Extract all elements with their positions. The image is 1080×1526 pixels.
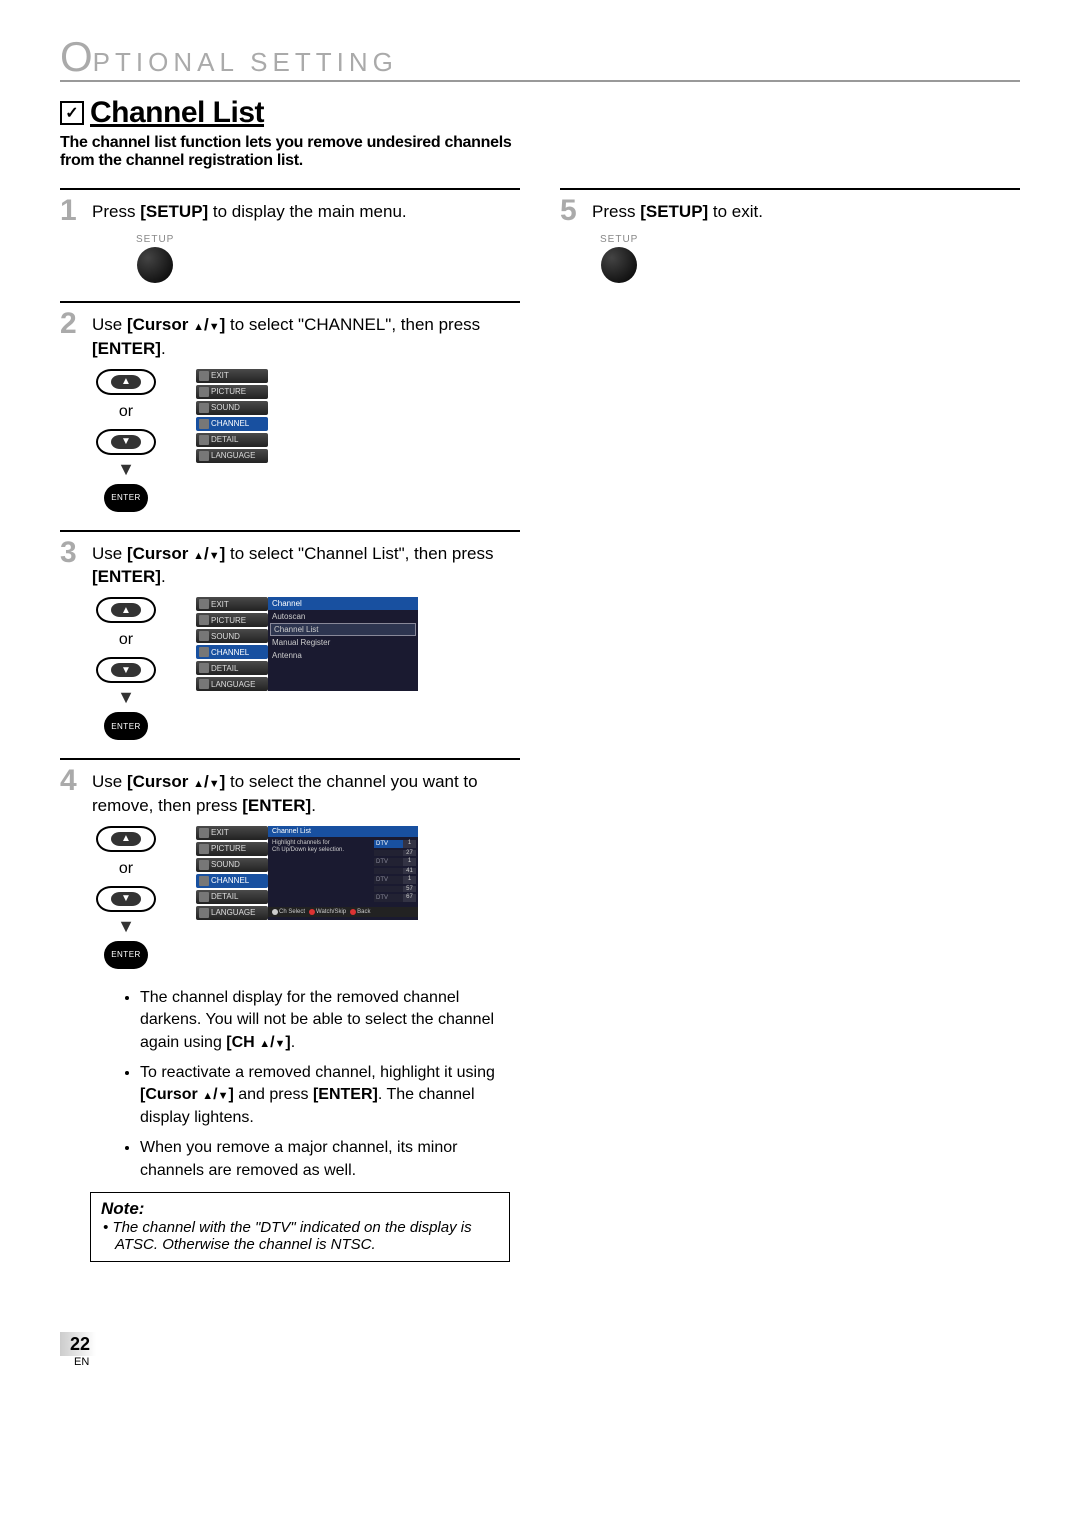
setup-button-group: SETUP: [136, 234, 174, 283]
osd-sub-channel-list: Channel List: [270, 623, 416, 636]
cursor-down-icon: ▼: [96, 886, 156, 912]
or-label: or: [119, 403, 133, 421]
osd-sub-autoscan: Autoscan: [268, 610, 418, 623]
osd-item-detail: DETAIL: [196, 433, 268, 447]
divider: [60, 301, 520, 303]
step-number: 1: [60, 196, 84, 226]
cl-row: DTV1: [374, 840, 416, 848]
osd-item-channel: CHANNEL: [196, 645, 268, 659]
step-number: 3: [60, 538, 84, 568]
bullet: The channel display for the removed chan…: [140, 987, 520, 1054]
cl-row: DTV1: [374, 858, 416, 866]
enter-button-icon: ENTER: [104, 712, 148, 740]
divider: [60, 530, 520, 532]
osd-item-picture: PICTURE: [196, 385, 268, 399]
step-text: Press [SETUP] to exit.: [592, 196, 763, 224]
osd-item-exit: EXIT: [196, 826, 268, 840]
step-text: Use [Cursor /] to select "CHANNEL", then…: [92, 309, 480, 361]
cl-row: DTV1: [374, 876, 416, 884]
or-label: or: [119, 631, 133, 649]
step-text: Use [Cursor /] to select the channel you…: [92, 766, 520, 818]
step-number: 2: [60, 309, 84, 339]
divider: [560, 188, 1020, 190]
page-number: 22: [60, 1332, 96, 1356]
setup-button-icon: [137, 247, 173, 283]
osd-item-channel: CHANNEL: [196, 417, 268, 431]
cl-header: Channel List: [268, 826, 418, 837]
osd-sub-antenna: Antenna: [268, 649, 418, 662]
setup-button-group: SETUP: [600, 234, 638, 283]
osd-item-sound: SOUND: [196, 858, 268, 872]
cursor-up-icon: ▲: [96, 826, 156, 852]
channel-list-panel: Channel List Highlight channels forCh Up…: [268, 826, 418, 920]
osd-item-detail: DETAIL: [196, 661, 268, 675]
section-description: The channel list function lets you remov…: [60, 134, 540, 170]
osd-item-sound: SOUND: [196, 629, 268, 643]
cl-hint: Highlight channels forCh Up/Down key sel…: [268, 837, 366, 857]
cl-rows: DTV1 27 DTV1 41 DTV1 57 DTV67: [374, 840, 416, 902]
header-title: PTIONAL SETTING: [93, 47, 398, 78]
page-footer: 22 EN: [60, 1332, 1020, 1368]
cl-row: 57: [374, 886, 416, 892]
osd-channel-list-panel: EXIT PICTURE SOUND CHANNEL DETAIL LANGUA…: [196, 826, 418, 920]
setup-button-icon: [601, 247, 637, 283]
cl-footer: Ch Select Watch/Skip Back: [268, 907, 418, 917]
osd-item-language: LANGUAGE: [196, 906, 268, 920]
divider: [60, 758, 520, 760]
header-initial: O: [60, 40, 93, 74]
osd-item-language: LANGUAGE: [196, 677, 268, 691]
osd-item-channel: CHANNEL: [196, 874, 268, 888]
arrow-down-icon: ▼: [117, 459, 135, 480]
cl-row: DTV67: [374, 894, 416, 902]
checkbox-icon: ✓: [60, 101, 84, 125]
note-body: The channel with the "DTV" indicated on …: [115, 1219, 499, 1253]
enter-button-icon: ENTER: [104, 941, 148, 969]
arrow-down-icon: ▼: [117, 687, 135, 708]
osd-submenu-header: Channel: [268, 597, 418, 610]
language-code: EN: [74, 1356, 96, 1368]
cl-row: 41: [374, 868, 416, 874]
bullet: When you remove a major channel, its min…: [140, 1137, 520, 1182]
step-number: 5: [560, 196, 584, 226]
step4-notes: The channel display for the removed chan…: [100, 987, 520, 1182]
note-box: Note: The channel with the "DTV" indicat…: [90, 1192, 510, 1262]
cursor-down-icon: ▼: [96, 657, 156, 683]
osd-item-exit: EXIT: [196, 369, 268, 383]
step-text: Use [Cursor /] to select "Channel List",…: [92, 538, 493, 590]
cursor-down-icon: ▼: [96, 429, 156, 455]
osd-item-picture: PICTURE: [196, 842, 268, 856]
section-title: Channel List: [90, 96, 264, 130]
setup-label: SETUP: [600, 234, 638, 245]
page-header: O PTIONAL SETTING: [60, 40, 1020, 82]
osd-item-picture: PICTURE: [196, 613, 268, 627]
remote-cursor-group: ▲ or ▼ ▼ ENTER: [96, 369, 156, 512]
osd-item-detail: DETAIL: [196, 890, 268, 904]
cursor-up-icon: ▲: [96, 597, 156, 623]
osd-sub-manual-register: Manual Register: [268, 636, 418, 649]
bullet: To reactivate a removed channel, highlig…: [140, 1062, 520, 1129]
step-text: Press [SETUP] to display the main menu.: [92, 196, 407, 224]
osd-menu: EXIT PICTURE SOUND CHANNEL DETAIL LANGUA…: [196, 369, 268, 463]
divider: [60, 188, 520, 190]
osd-item-sound: SOUND: [196, 401, 268, 415]
osd-with-submenu: EXIT PICTURE SOUND CHANNEL DETAIL LANGUA…: [196, 597, 418, 691]
remote-cursor-group: ▲ or ▼ ▼ ENTER: [96, 826, 156, 969]
remote-cursor-group: ▲ or ▼ ▼ ENTER: [96, 597, 156, 740]
osd-item-language: LANGUAGE: [196, 449, 268, 463]
cl-row: 27: [374, 850, 416, 856]
enter-button-icon: ENTER: [104, 484, 148, 512]
cursor-up-icon: ▲: [96, 369, 156, 395]
osd-item-exit: EXIT: [196, 597, 268, 611]
step-number: 4: [60, 766, 84, 796]
arrow-down-icon: ▼: [117, 916, 135, 937]
note-title: Note:: [101, 1199, 499, 1219]
setup-label: SETUP: [136, 234, 174, 245]
or-label: or: [119, 860, 133, 878]
osd-submenu: Channel Autoscan Channel List Manual Reg…: [268, 597, 418, 691]
